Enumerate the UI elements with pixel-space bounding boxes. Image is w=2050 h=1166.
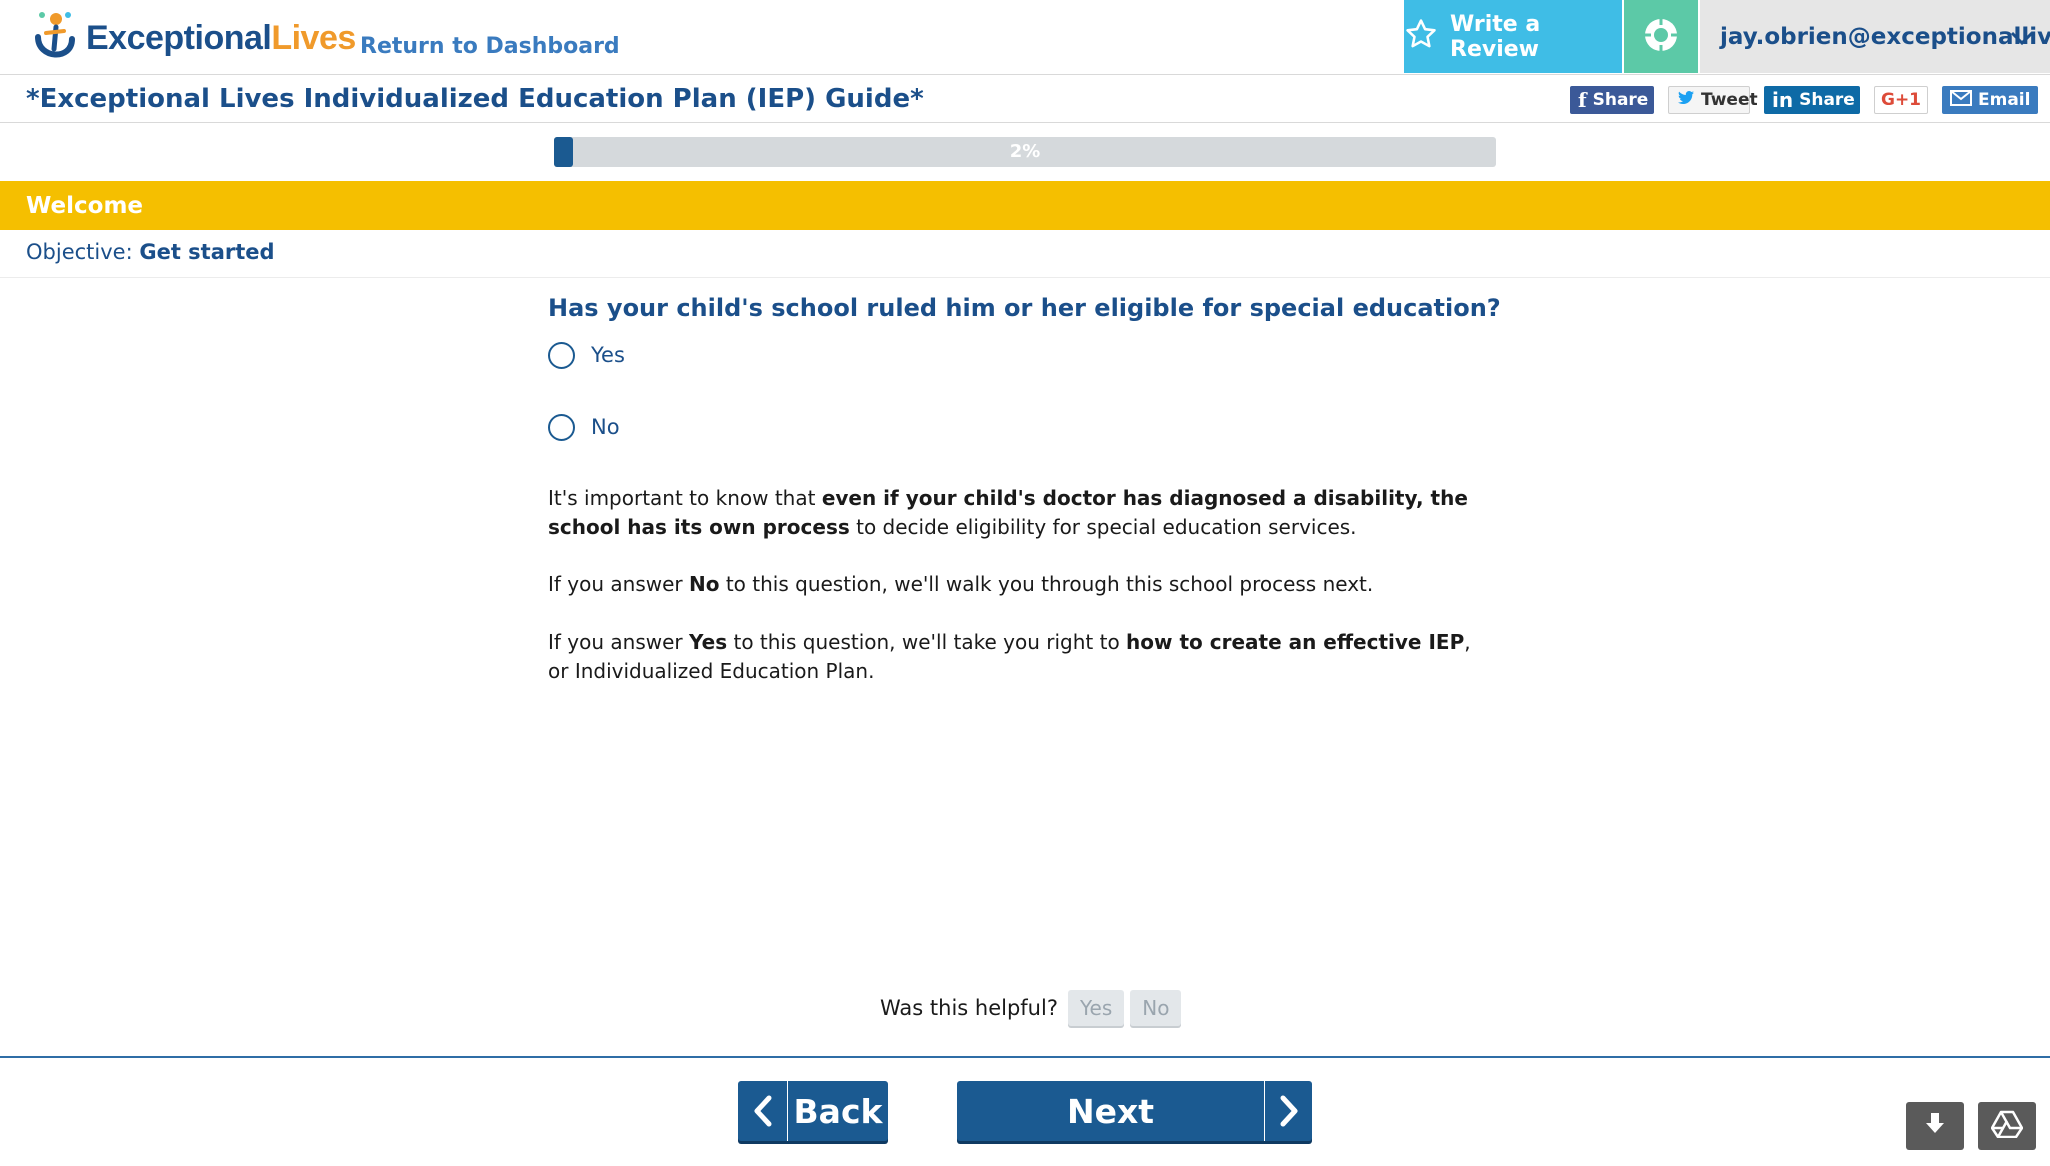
user-email: jay.obrien@exceptionallive	[1720, 23, 2050, 50]
helpful-no-button[interactable]: No	[1130, 990, 1182, 1026]
chevron-left-icon	[738, 1081, 788, 1141]
info-paragraph-1: It's important to know that even if your…	[548, 484, 1508, 542]
chevron-down-icon	[2010, 26, 2034, 52]
helpful-yes-button[interactable]: Yes	[1067, 990, 1125, 1026]
return-to-dashboard-link[interactable]: Return to Dashboard	[360, 34, 620, 59]
progress-label: 2%	[1009, 141, 1041, 162]
share-buttons: f Share Tweet in Share G+1 Email	[1570, 86, 2038, 114]
next-button[interactable]: Next	[957, 1081, 1312, 1141]
objective-label: Objective:	[26, 240, 133, 264]
linkedin-share-label: Share	[1799, 90, 1855, 110]
info-p3-bold-yes: Yes	[689, 630, 728, 654]
star-icon	[1404, 17, 1438, 57]
logo[interactable]: ExceptionalLives	[28, 8, 356, 68]
option-no-label: No	[591, 415, 620, 439]
info-p3-bold-iep: how to create an effective IEP	[1126, 630, 1465, 654]
download-icon	[1923, 1111, 1947, 1141]
google-drive-button[interactable]	[1978, 1102, 2036, 1150]
write-review-label: Write a Review	[1450, 11, 1541, 62]
user-menu[interactable]: jay.obrien@exceptionallive	[1700, 0, 2050, 73]
info-p2-text-a: If you answer	[548, 572, 689, 596]
title-bar: *Exceptional Lives Individualized Educat…	[0, 76, 2050, 123]
logo-text-part2: Lives	[271, 18, 356, 57]
info-p1-text-a: It's important to know that	[548, 486, 822, 510]
google-drive-icon	[1990, 1110, 2024, 1142]
back-label: Back	[793, 1091, 883, 1131]
info-p2-bold: No	[689, 572, 720, 596]
top-header: ExceptionalLives Return to Dashboard Wri…	[0, 0, 2050, 75]
info-p3-comma: ,	[1464, 630, 1471, 654]
linkedin-share-button[interactable]: in Share	[1764, 86, 1860, 114]
download-button[interactable]	[1906, 1102, 1964, 1150]
footer-divider	[0, 1056, 2050, 1058]
option-yes[interactable]: Yes	[548, 340, 625, 370]
email-share-label: Email	[1978, 90, 2031, 110]
helpful-label: Was this helpful?	[880, 996, 1058, 1020]
info-p2-text-c: to this question, we'll walk you through…	[719, 572, 1374, 596]
info-p1-text-c: to decide eligibility for special educat…	[849, 515, 1357, 539]
envelope-icon	[1950, 89, 1972, 111]
question-text: Has your child's school ruled him or her…	[548, 294, 1501, 322]
facebook-icon: f	[1578, 88, 1587, 112]
radio-no[interactable]	[548, 413, 575, 441]
option-yes-label: Yes	[591, 343, 625, 367]
option-no[interactable]: No	[548, 412, 620, 442]
chevron-right-icon	[1264, 1081, 1312, 1141]
info-p3-text-f: or Individualized Education Plan.	[548, 659, 875, 683]
info-p3-text-a: If you answer	[548, 630, 689, 654]
divider	[0, 277, 2050, 278]
twitter-icon	[1677, 90, 1695, 111]
info-paragraph-3: If you answer Yes to this question, we'l…	[548, 628, 1508, 686]
section-bar: Welcome	[0, 181, 2050, 230]
email-share-button[interactable]: Email	[1942, 86, 2038, 114]
radio-yes[interactable]	[548, 341, 575, 369]
logo-text: ExceptionalLives	[86, 19, 356, 58]
logo-icon	[28, 9, 80, 67]
section-title: Welcome	[26, 193, 144, 219]
objective-value: Get started	[139, 240, 275, 264]
back-button[interactable]: Back	[738, 1081, 888, 1141]
helpful-feedback: Was this helpful? Yes No	[880, 990, 1182, 1026]
progress-bar: 2%	[554, 137, 1496, 167]
page-title: *Exceptional Lives Individualized Educat…	[26, 84, 924, 114]
facebook-share-label: Share	[1592, 90, 1649, 110]
linkedin-icon: in	[1772, 88, 1794, 112]
crosshair-icon	[1642, 16, 1680, 58]
facebook-share-button[interactable]: f Share	[1570, 86, 1654, 114]
logo-text-part1: Exceptional	[86, 18, 272, 57]
google-plus-label: G+1	[1880, 90, 1922, 110]
next-label: Next	[1066, 1091, 1155, 1131]
info-p3-text-c: to this question, we'll take you right t…	[727, 630, 1127, 654]
write-review-button[interactable]: Write a Review	[1404, 0, 1622, 73]
objective: Objective: Get started	[26, 240, 275, 264]
twitter-tweet-button[interactable]: Tweet	[1668, 86, 1758, 114]
google-plus-button[interactable]: G+1	[1874, 86, 1928, 114]
target-button[interactable]	[1624, 0, 1698, 73]
twitter-tweet-label: Tweet	[1701, 90, 1758, 110]
info-paragraph-2: If you answer No to this question, we'll…	[548, 570, 1508, 599]
question-content: Has your child's school ruled him or her…	[548, 294, 1508, 683]
